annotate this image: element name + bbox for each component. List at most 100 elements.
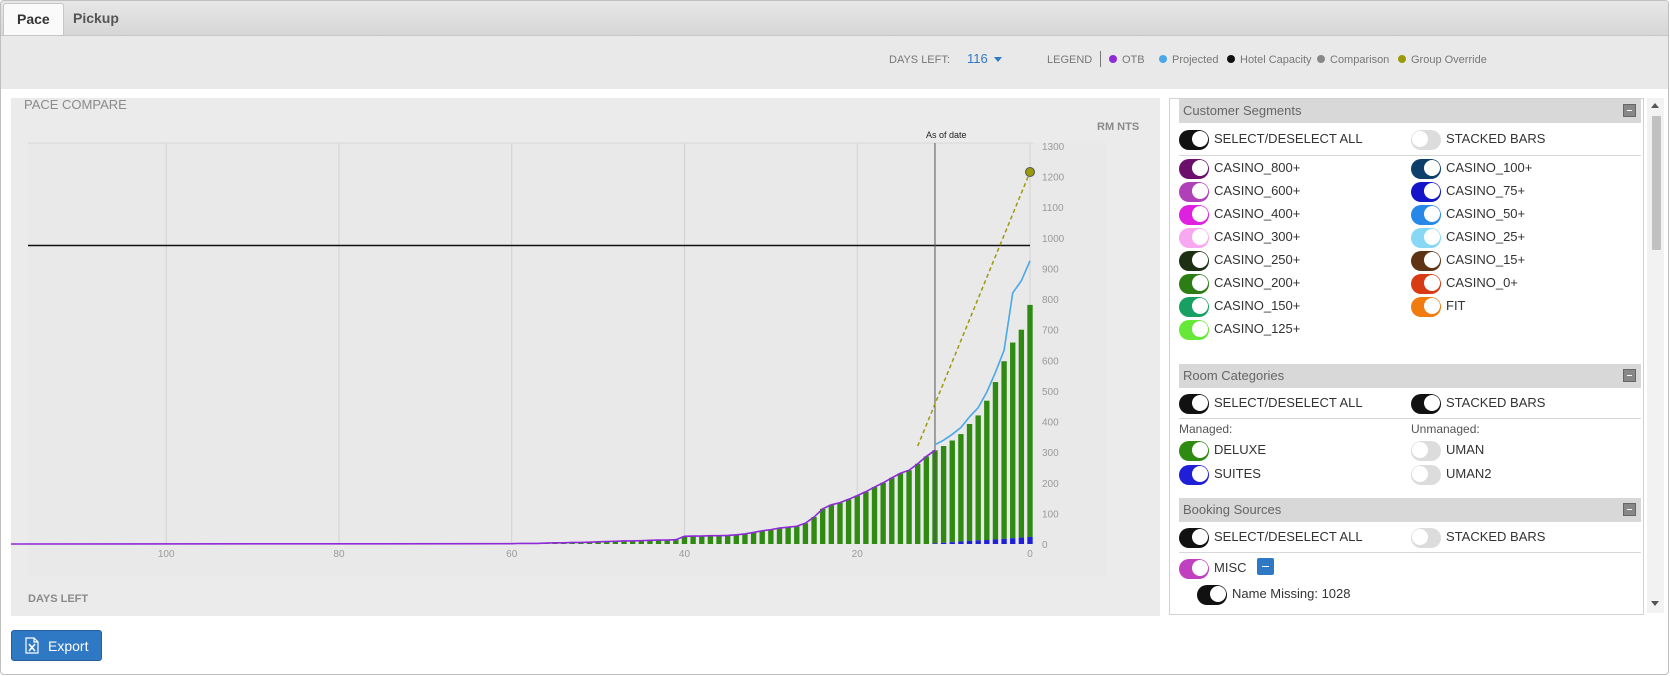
booking-sources-header: Booking Sources [1179, 498, 1641, 522]
toggle-switch[interactable] [1411, 228, 1441, 248]
toggle-switch[interactable] [1179, 159, 1209, 179]
toggle-switch[interactable] [1179, 182, 1209, 202]
divider [1179, 155, 1641, 156]
booking-source-label: MISC [1214, 560, 1247, 575]
toggle-switch[interactable] [1179, 394, 1209, 414]
toggle-switch[interactable] [1197, 585, 1227, 605]
bar-deluxe [811, 517, 817, 544]
bar-deluxe [915, 463, 921, 544]
filter-panel: Customer Segments SELECT/DESELECT ALL ST… [1169, 98, 1644, 615]
group-override-marker [1025, 167, 1035, 178]
as-of-date-label: As of date [926, 130, 967, 140]
bar-suites [992, 539, 999, 544]
bar-suites [940, 542, 947, 544]
toggle-switch[interactable] [1179, 251, 1209, 271]
collapse-room-categories-button[interactable] [1623, 369, 1636, 382]
group-override-dot-icon [1398, 55, 1406, 63]
toggle-switch[interactable] [1411, 274, 1441, 294]
stacked-bars-label: STACKED BARS [1446, 131, 1546, 146]
bar-suites [1010, 538, 1016, 544]
bar-suites [975, 540, 981, 544]
bar-deluxe [940, 446, 947, 543]
toggle-switch[interactable] [1179, 559, 1209, 579]
legend-hotel-capacity: Hotel Capacity [1227, 53, 1312, 67]
collapse-customer-segments-button[interactable] [1623, 104, 1636, 117]
bar-deluxe [984, 400, 990, 541]
filter-panel-scrollbar[interactable] [1647, 98, 1664, 613]
bar-deluxe [699, 536, 705, 544]
bar-deluxe [750, 532, 757, 544]
toggle-switch[interactable] [1179, 274, 1209, 294]
collapse-booking-sources-button[interactable] [1623, 503, 1636, 516]
scroll-down-icon[interactable] [1651, 601, 1659, 606]
collapse-misc-button[interactable] [1257, 558, 1274, 575]
toggle-switch[interactable] [1411, 465, 1441, 485]
y-tick-label: 1100 [1042, 203, 1064, 214]
chevron-down-icon[interactable] [994, 57, 1002, 62]
bar-deluxe [716, 535, 722, 544]
toggle-switch[interactable] [1411, 441, 1441, 461]
bar-suites [966, 540, 973, 544]
pace-app: Pace Pickup DAYS LEFT: 116 LEGEND OTB Pr… [0, 0, 1669, 675]
segment-label: CASINO_250+ [1214, 252, 1301, 267]
bar-suites [1001, 538, 1007, 544]
y-tick-label: 1300 [1042, 142, 1065, 153]
toggle-switch[interactable] [1179, 130, 1209, 150]
segment-label: CASINO_15+ [1446, 252, 1526, 267]
x-tick-label: 20 [852, 549, 864, 560]
tab-pickup[interactable]: Pickup [60, 3, 132, 35]
toggle-switch[interactable] [1411, 182, 1441, 202]
bar-deluxe [724, 535, 731, 544]
toggle-switch[interactable] [1179, 297, 1209, 317]
scrollbar-thumb[interactable] [1652, 116, 1661, 250]
bar-deluxe [845, 499, 852, 544]
toolbar: DAYS LEFT: 116 LEGEND OTB Projected Hote… [1, 36, 1668, 89]
toggle-switch[interactable] [1179, 320, 1209, 340]
toggle-switch[interactable] [1411, 394, 1441, 414]
bar-deluxe [733, 534, 739, 544]
x-tick-label: 0 [1027, 549, 1033, 560]
toggle-switch[interactable] [1411, 528, 1441, 548]
bar-deluxe [1018, 329, 1025, 538]
segment-label: CASINO_800+ [1214, 160, 1301, 175]
room-category-label: UMAN2 [1446, 466, 1492, 481]
y-tick-label: 200 [1042, 479, 1059, 490]
bar-deluxe [923, 456, 930, 544]
scroll-up-icon[interactable] [1651, 103, 1659, 108]
unmanaged-label: Unmanaged: [1411, 422, 1480, 436]
toggle-switch[interactable] [1411, 297, 1441, 317]
legend-projected: Projected [1159, 53, 1218, 67]
stacked-bars-label: STACKED BARS [1446, 395, 1546, 410]
x-tick-label: 60 [506, 549, 518, 560]
bar-deluxe [759, 530, 765, 544]
bar-suites [949, 542, 955, 544]
bar-deluxe [837, 502, 843, 544]
segment-label: CASINO_600+ [1214, 183, 1301, 198]
legend-otb: OTB [1109, 53, 1145, 67]
bar-deluxe [966, 423, 973, 541]
toggle-switch[interactable] [1411, 159, 1441, 179]
room-category-label: UMAN [1446, 442, 1485, 457]
otb-dot-icon [1109, 55, 1117, 63]
toggle-switch[interactable] [1411, 130, 1441, 150]
bar-deluxe [742, 533, 748, 544]
toggle-switch[interactable] [1179, 465, 1209, 485]
legend-label: LEGEND [1047, 54, 1093, 66]
toggle-switch[interactable] [1179, 228, 1209, 248]
legend-comparison: Comparison [1317, 53, 1389, 67]
toggle-switch[interactable] [1411, 205, 1441, 225]
customer-segments-title: Customer Segments [1183, 103, 1302, 118]
days-left-dropdown[interactable]: 116 [967, 51, 988, 67]
toggle-switch[interactable] [1179, 205, 1209, 225]
bar-deluxe [828, 504, 835, 544]
room-categories-header: Room Categories [1179, 364, 1641, 388]
booking-source-label: Name Missing: 1028 [1232, 586, 1351, 601]
toggle-switch[interactable] [1179, 441, 1209, 461]
segment-label: CASINO_25+ [1446, 229, 1526, 244]
room-category-label: SUITES [1214, 466, 1261, 481]
toggle-switch[interactable] [1179, 528, 1209, 548]
comparison-dot-icon [1317, 55, 1325, 63]
tab-pace[interactable]: Pace [3, 3, 64, 35]
toggle-switch[interactable] [1411, 251, 1441, 271]
export-button[interactable]: Export [11, 630, 102, 661]
